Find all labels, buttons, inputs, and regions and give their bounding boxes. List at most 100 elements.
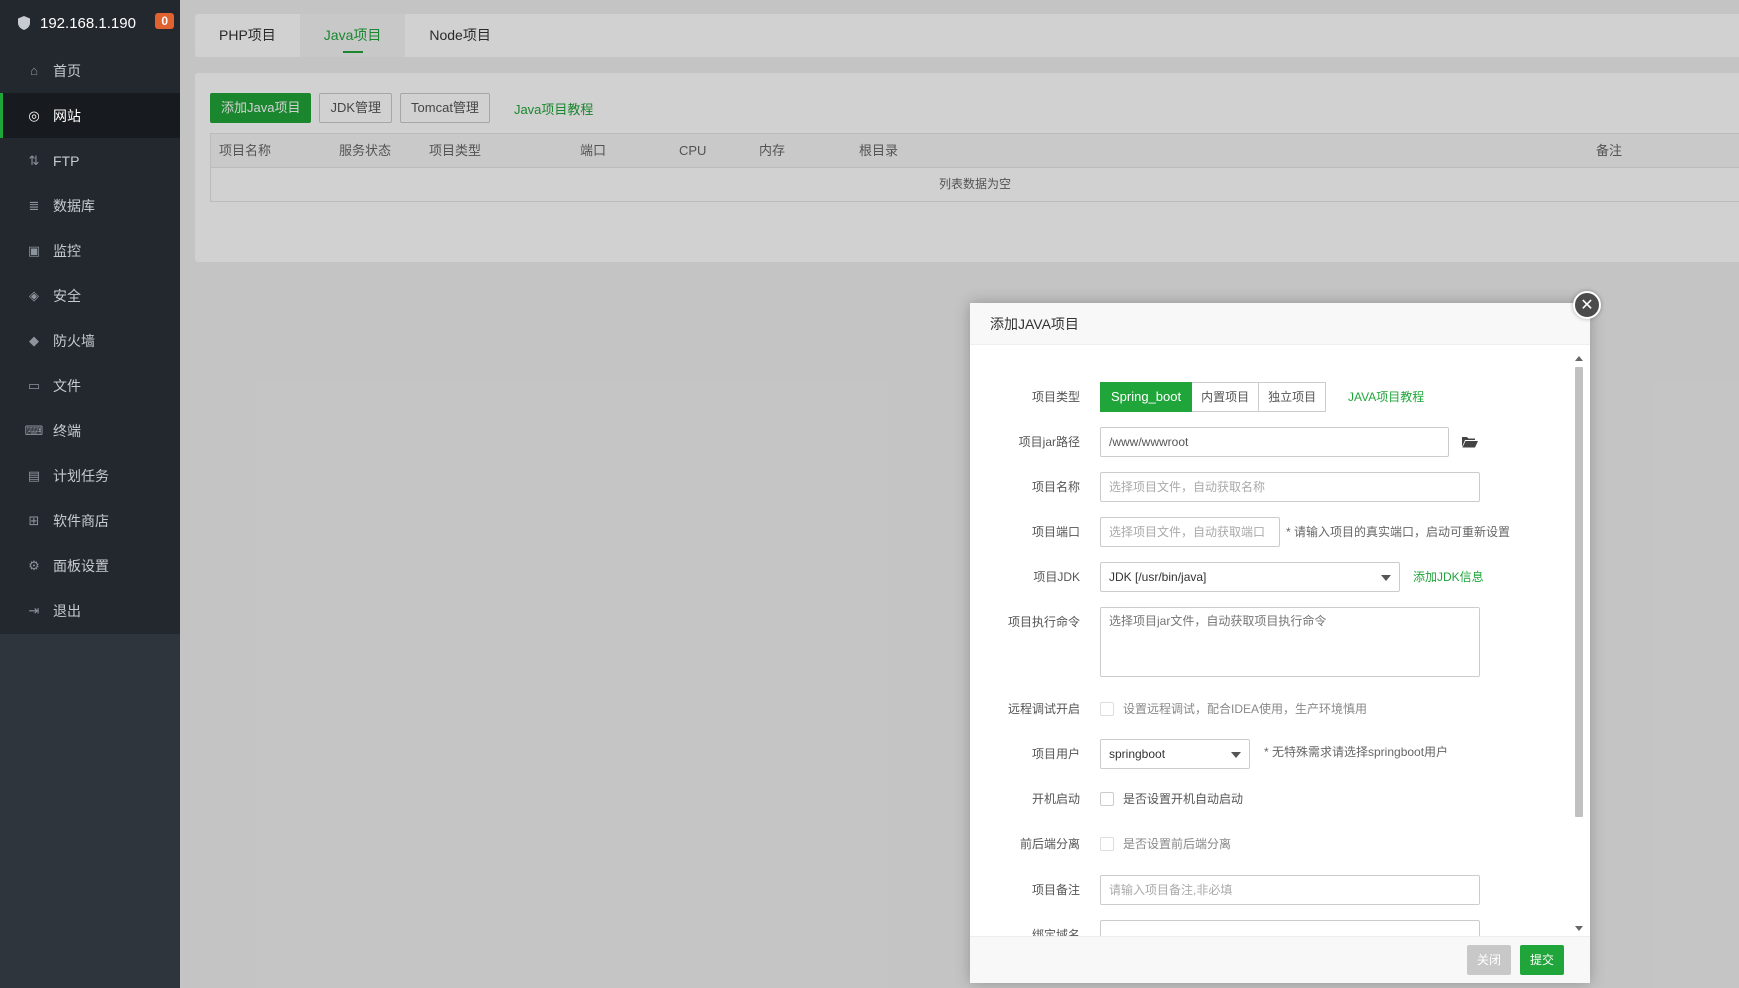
port-hint: * 请输入项目的真实端口，启动可重新设置 <box>1286 525 1511 539</box>
sidebar-item-label: 防火墙 <box>53 332 95 349</box>
bind-domain-row: 绑定域名 <box>970 920 1570 936</box>
scroll-thumb[interactable] <box>1575 367 1583 817</box>
sidebar-item-label: 软件商店 <box>53 512 109 529</box>
sidebar-nav: ⌂ 首页 ◎ 网站 ⇅ FTP ≣ 数据库 ▣ 监控 ◈ 安全 ◆ 防火墙 ▭ 文件 ⌨ 终端 ▤… <box>0 48 180 633</box>
type-spring-boot-option[interactable]: Spring_boot <box>1100 382 1193 412</box>
frontend-split-row: 前后端分离 是否设置前后端分离 <box>970 829 1570 859</box>
sidebar-item-label: FTP <box>53 152 80 169</box>
project-jdk-label: 项目JDK <box>1033 570 1080 584</box>
java-project-tutorial-link[interactable]: JAVA项目教程 <box>1348 382 1424 412</box>
sidebar-item-label: 计划任务 <box>53 467 109 484</box>
type-builtin-option[interactable]: 内置项目 <box>1192 382 1260 412</box>
project-name-input[interactable]: 选择项目文件，自动获取名称 <box>1100 472 1480 502</box>
scroll-up-icon[interactable] <box>1575 356 1583 361</box>
sidebar-item-label: 文件 <box>53 377 81 394</box>
notification-badge[interactable]: 0 <box>155 13 174 29</box>
type-standalone-option[interactable]: 独立项目 <box>1259 382 1327 412</box>
sidebar-menu-area: 192.168.1.190 0 ⌂ 首页 ◎ 网站 ⇅ FTP ≣ 数据库 ▣ 监控 ◈ 安… <box>0 0 180 634</box>
exec-command-textarea[interactable] <box>1100 607 1480 677</box>
sidebar-item-cron[interactable]: ▤ 计划任务 <box>0 453 180 498</box>
project-port-label: 项目端口 <box>1031 525 1080 539</box>
sidebar-item-firewall[interactable]: ◆ 防火墙 <box>0 318 180 363</box>
user-hint: * 无特殊需求请选择springboot用户 <box>1264 745 1449 759</box>
auto-start-label: 开机启动 <box>1031 792 1080 806</box>
bind-domain-label: 绑定域名 <box>1031 928 1080 936</box>
project-remark-label: 项目备注 <box>1031 883 1080 897</box>
project-type-label: 项目类型 <box>1031 390 1080 404</box>
sidebar-item-terminal[interactable]: ⌨ 终端 <box>0 408 180 453</box>
monitor-icon: ▣ <box>27 242 41 258</box>
apps-icon: ⊞ <box>28 512 40 528</box>
submit-button[interactable]: 提交 <box>1520 945 1565 975</box>
sidebar-item-logout[interactable]: ⇥ 退出 <box>0 588 180 633</box>
terminal-icon: ⌨ <box>24 422 44 438</box>
project-port-input[interactable]: 选择项目文件，自动获取端口 <box>1100 517 1280 547</box>
sidebar-item-monitor[interactable]: ▣ 监控 <box>0 228 180 273</box>
sidebar-item-label: 网站 <box>53 107 81 124</box>
project-type-segmented: Spring_boot 内置项目 独立项目 <box>1100 382 1327 412</box>
project-user-select[interactable]: springboot <box>1100 739 1250 769</box>
add-jdk-link[interactable]: 添加JDK信息 <box>1413 562 1484 592</box>
modal-close-icon[interactable]: ✕ <box>1573 291 1601 319</box>
project-remark-row: 项目备注 请输入项目备注,非必填 <box>970 875 1570 905</box>
sidebar-item-files[interactable]: ▭ 文件 <box>0 363 180 408</box>
auto-start-row: 开机启动 是否设置开机自动启动 <box>970 784 1570 814</box>
sidebar: 192.168.1.190 0 ⌂ 首页 ◎ 网站 ⇅ FTP ≣ 数据库 ▣ 监控 ◈ 安… <box>0 0 180 988</box>
scroll-down-icon[interactable] <box>1575 926 1583 931</box>
sidebar-item-label: 面板设置 <box>53 557 109 574</box>
firewall-icon: ◆ <box>29 332 39 348</box>
frontend-split-checkbox[interactable] <box>1100 837 1114 851</box>
sidebar-item-settings[interactable]: ⚙ 面板设置 <box>0 543 180 588</box>
project-remark-input[interactable]: 请输入项目备注,非必填 <box>1100 875 1480 905</box>
auto-start-checkbox[interactable] <box>1100 792 1114 806</box>
sidebar-item-home[interactable]: ⌂ 首页 <box>0 48 180 93</box>
dialog-title: 添加JAVA项目 <box>970 303 1590 345</box>
sidebar-item-label: 终端 <box>53 422 81 439</box>
remote-debug-checkbox[interactable] <box>1100 702 1114 716</box>
sidebar-item-ftp[interactable]: ⇅ FTP <box>0 138 180 183</box>
sidebar-item-label: 监控 <box>53 242 81 259</box>
jar-path-input[interactable]: /www/wwwroot <box>1100 427 1449 457</box>
jdk-select[interactable]: JDK [/usr/bin/java] <box>1100 562 1400 592</box>
project-port-row: 项目端口 选择项目文件，自动获取端口 * 请输入项目的真实端口，启动可重新设置 <box>970 517 1570 547</box>
jar-path-row: 项目jar路径 /www/wwwroot <box>970 427 1570 457</box>
add-java-project-dialog: 添加JAVA项目 项目类型 Spring_boot 内置项目 独立项目 JAVA… <box>970 303 1590 983</box>
project-type-row: 项目类型 Spring_boot 内置项目 独立项目 JAVA项目教程 <box>970 382 1570 412</box>
database-icon: ≣ <box>28 197 40 213</box>
sidebar-item-store[interactable]: ⊞ 软件商店 <box>0 498 180 543</box>
gear-icon: ⚙ <box>28 557 40 573</box>
jar-path-label: 项目jar路径 <box>1018 435 1080 449</box>
remote-debug-row: 远程调试开启 设置远程调试，配合IDEA使用，生产环境慎用 <box>970 694 1570 724</box>
jdk-select-value: JDK [/usr/bin/java] <box>1109 570 1207 584</box>
remote-debug-text: 设置远程调试，配合IDEA使用，生产环境慎用 <box>1123 702 1368 716</box>
sidebar-item-website[interactable]: ◎ 网站 <box>0 93 180 138</box>
exec-command-row: 项目执行命令 <box>970 607 1570 677</box>
server-host: 192.168.1.190 <box>40 14 136 32</box>
chevron-down-icon <box>1231 752 1241 758</box>
chevron-down-icon <box>1381 575 1391 581</box>
dialog-footer: 关闭 提交 <box>970 936 1590 983</box>
folder-icon: ▭ <box>27 377 41 393</box>
sidebar-item-security[interactable]: ◈ 安全 <box>0 273 180 318</box>
close-button[interactable]: 关闭 <box>1467 945 1512 975</box>
frontend-split-text: 是否设置前后端分离 <box>1123 837 1232 851</box>
frontend-split-label: 前后端分离 <box>1019 837 1080 851</box>
sidebar-item-label: 首页 <box>53 62 81 79</box>
project-jdk-row: 项目JDK JDK [/usr/bin/java] 添加JDK信息 <box>970 562 1570 592</box>
folder-open-icon[interactable] <box>1462 436 1478 448</box>
home-icon: ⌂ <box>30 63 38 78</box>
bind-domain-textarea[interactable] <box>1100 920 1480 936</box>
logout-icon: ⇥ <box>28 602 40 618</box>
project-user-label: 项目用户 <box>1031 747 1080 761</box>
sidebar-item-database[interactable]: ≣ 数据库 <box>0 183 180 228</box>
dialog-scrollbar[interactable] <box>1573 354 1585 936</box>
auto-start-text: 是否设置开机自动启动 <box>1123 792 1244 806</box>
project-user-row: 项目用户 springboot * 无特殊需求请选择springboot用户 <box>970 739 1570 769</box>
sidebar-item-label: 退出 <box>53 602 81 619</box>
sidebar-item-label: 安全 <box>53 287 81 304</box>
remote-debug-label: 远程调试开启 <box>1007 702 1080 716</box>
globe-icon: ◎ <box>28 107 40 123</box>
sidebar-item-label: 数据库 <box>53 197 95 214</box>
dialog-body: 项目类型 Spring_boot 内置项目 独立项目 JAVA项目教程 项目ja… <box>970 346 1590 936</box>
server-header: 192.168.1.190 0 <box>0 0 180 46</box>
